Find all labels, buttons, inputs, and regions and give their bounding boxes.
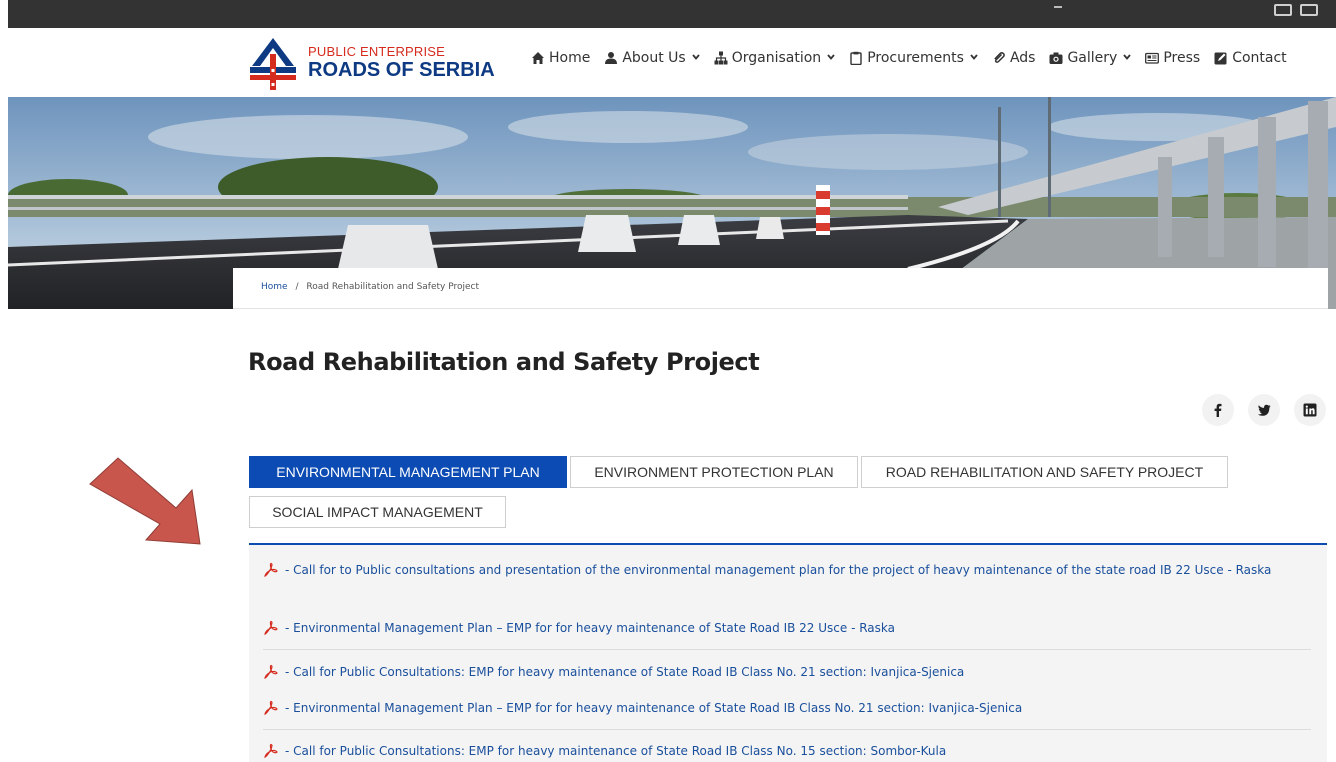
pdf-icon bbox=[264, 620, 278, 635]
document-link-text: - Call for Public Consultations: EMP for… bbox=[285, 665, 965, 679]
nav-ads[interactable]: Ads bbox=[992, 50, 1036, 66]
roads-of-serbia-logo-icon bbox=[248, 34, 298, 90]
pdf-icon bbox=[264, 700, 278, 715]
camera-icon bbox=[1049, 52, 1063, 64]
nav-procurements[interactable]: Procurements bbox=[849, 50, 978, 66]
site-logo[interactable]: PUBLIC ENTERPRISE ROADS OF SERBIA bbox=[248, 34, 495, 90]
pdf-icon bbox=[264, 743, 278, 758]
nav-gallery[interactable]: Gallery bbox=[1049, 50, 1132, 66]
documents-panel: - Call for to Public consultations and p… bbox=[249, 543, 1327, 762]
flag-icon[interactable] bbox=[1274, 4, 1292, 16]
nav-home[interactable]: Home bbox=[531, 50, 590, 66]
home-icon bbox=[532, 52, 544, 64]
nav-ads-label: Ads bbox=[1009, 50, 1036, 66]
document-link-text: - Call for to Public consultations and p… bbox=[285, 563, 1272, 577]
paperclip-icon bbox=[994, 52, 1005, 63]
newspaper-icon bbox=[1145, 52, 1160, 64]
top-bar bbox=[8, 0, 1336, 28]
nav-gallery-label: Gallery bbox=[1067, 50, 1118, 66]
facebook-icon bbox=[1214, 403, 1222, 417]
annotation-arrow-icon bbox=[89, 457, 201, 545]
nav-contact[interactable]: Contact bbox=[1214, 50, 1287, 66]
document-link[interactable]: - Call for Public Consultations: EMP for… bbox=[263, 663, 1311, 681]
top-bar-mark bbox=[1054, 6, 1062, 8]
twitter-icon bbox=[1257, 404, 1271, 416]
tab-social-impact-management[interactable]: SOCIAL IMPACT MANAGEMENT bbox=[249, 496, 506, 528]
edit-icon bbox=[1214, 52, 1227, 65]
nav-press-label: Press bbox=[1163, 50, 1201, 66]
nav-home-label: Home bbox=[549, 50, 591, 66]
share-facebook-button[interactable] bbox=[1202, 394, 1234, 426]
document-link-text: - Environmental Management Plan – EMP fo… bbox=[285, 701, 1023, 715]
breadcrumb-home-link[interactable]: Home bbox=[261, 282, 288, 292]
nav-procurements-label: Procurements bbox=[867, 50, 964, 66]
nav-organisation[interactable]: Organisation bbox=[714, 50, 835, 66]
chevron-down-icon bbox=[827, 54, 835, 60]
breadcrumb-bar: Home / Road Rehabilitation and Safety Pr… bbox=[233, 268, 1328, 309]
sitemap-icon bbox=[714, 51, 728, 65]
nav-about-us[interactable]: About Us bbox=[604, 50, 700, 66]
logo-line-1: PUBLIC ENTERPRISE bbox=[308, 43, 446, 59]
tab-environmental-management-plan[interactable]: ENVIRONMENTAL MANAGEMENT PLAN bbox=[249, 456, 567, 488]
document-link[interactable]: - Environmental Management Plan – EMP fo… bbox=[263, 699, 1311, 717]
linkedin-icon bbox=[1303, 403, 1317, 417]
main-nav: Home About Us Organisation Procurements … bbox=[531, 50, 1287, 66]
chevron-down-icon bbox=[1123, 54, 1132, 60]
breadcrumb: Home / Road Rehabilitation and Safety Pr… bbox=[261, 282, 479, 292]
top-bar-icons bbox=[1274, 4, 1318, 16]
nav-about-us-label: About Us bbox=[622, 50, 686, 66]
share-linkedin-button[interactable] bbox=[1294, 394, 1326, 426]
chevron-down-icon bbox=[692, 54, 700, 60]
divider bbox=[263, 649, 1311, 650]
nav-contact-label: Contact bbox=[1232, 50, 1287, 66]
document-link-text: - Call for Public Consultations: EMP for… bbox=[285, 744, 947, 758]
breadcrumb-separator: / bbox=[295, 282, 299, 292]
breadcrumb-current: Road Rehabilitation and Safety Project bbox=[306, 282, 480, 292]
divider bbox=[263, 729, 1311, 730]
nav-organisation-label: Organisation bbox=[731, 50, 822, 66]
clipboard-icon bbox=[850, 51, 862, 65]
flag-icon[interactable] bbox=[1300, 4, 1318, 16]
document-link[interactable]: - Call for Public Consultations: EMP for… bbox=[263, 742, 1311, 760]
tab-road-rehabilitation-and-safety-project[interactable]: ROAD REHABILITATION AND SAFETY PROJECT bbox=[861, 456, 1228, 488]
share-twitter-button[interactable] bbox=[1248, 394, 1280, 426]
site-header: PUBLIC ENTERPRISE ROADS OF SERBIA Home A… bbox=[0, 28, 1336, 96]
document-link[interactable]: - Call for to Public consultations and p… bbox=[263, 561, 1311, 579]
page-title: Road Rehabilitation and Safety Project bbox=[248, 348, 760, 376]
tab-environment-protection-plan[interactable]: ENVIRONMENT PROTECTION PLAN bbox=[570, 456, 858, 488]
pdf-icon bbox=[264, 664, 278, 679]
user-icon bbox=[605, 52, 618, 64]
document-link-text: - Environmental Management Plan – EMP fo… bbox=[285, 621, 895, 635]
nav-press[interactable]: Press bbox=[1145, 50, 1200, 66]
document-link[interactable]: - Environmental Management Plan – EMP fo… bbox=[263, 619, 1311, 637]
pdf-icon bbox=[264, 562, 278, 577]
logo-line-2: ROADS OF SERBIA bbox=[308, 58, 495, 81]
chevron-down-icon bbox=[970, 54, 978, 60]
